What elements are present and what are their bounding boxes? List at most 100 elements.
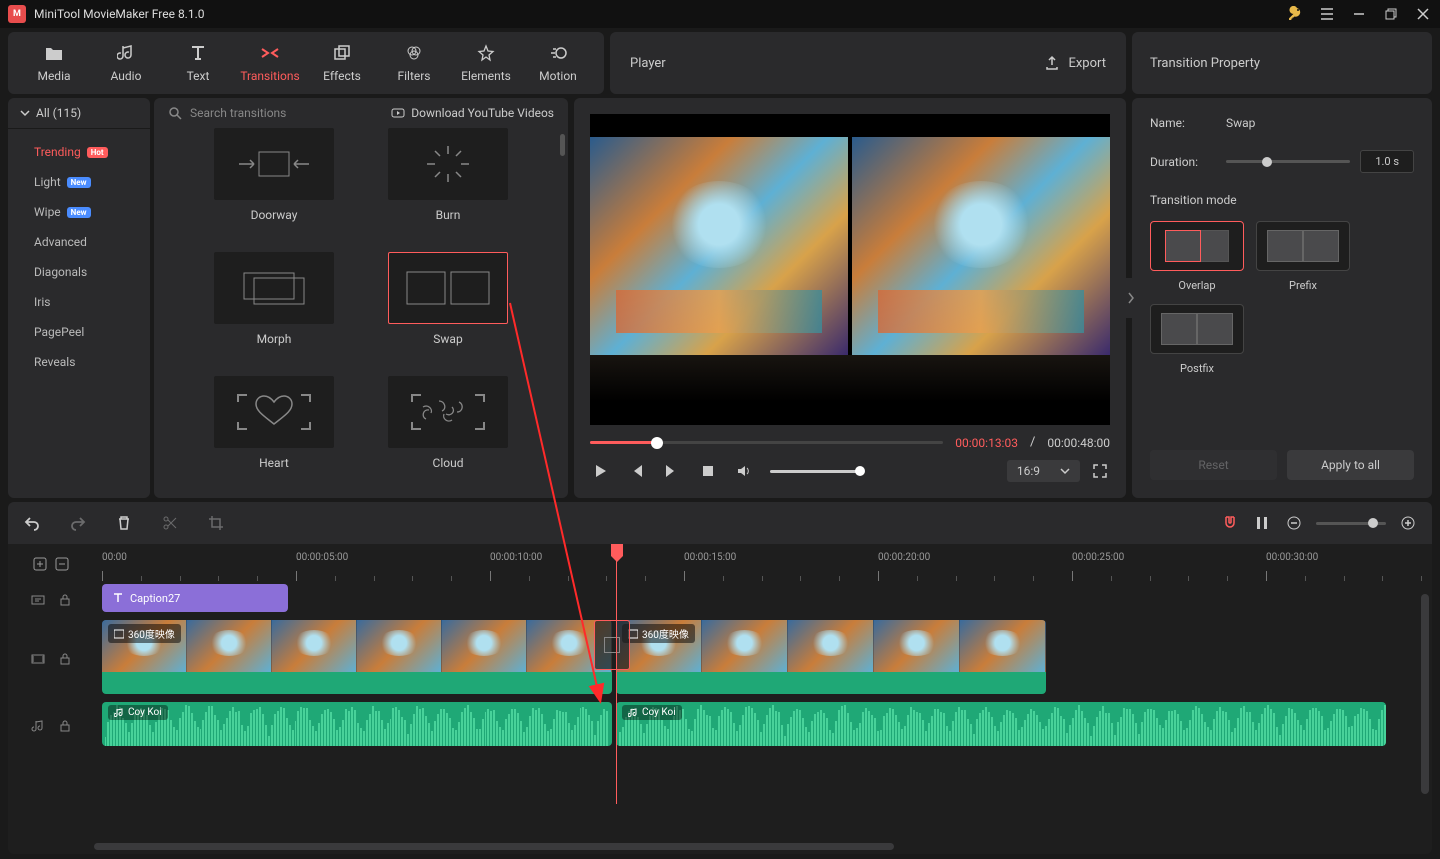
timeline-ruler[interactable]: 00:0000:00:05:0000:00:10:0000:00:15:0000…	[94, 544, 1432, 584]
menu-icon[interactable]	[1318, 5, 1336, 23]
category-trending[interactable]: TrendingHot	[8, 137, 150, 167]
prev-button[interactable]	[626, 461, 646, 481]
transition-thumb-heart[interactable]	[214, 376, 334, 448]
collapse-properties-button[interactable]	[1124, 278, 1138, 318]
media-icon	[44, 43, 64, 63]
chevron-down-icon	[1060, 466, 1070, 476]
tab-elements[interactable]: Elements	[450, 43, 522, 83]
playhead[interactable]	[616, 544, 617, 804]
timeline-ruler-controls	[8, 544, 94, 584]
category-diagonals[interactable]: Diagonals	[8, 257, 150, 287]
redo-button[interactable]	[68, 513, 88, 533]
video-clip[interactable]: 360度映像	[102, 620, 612, 694]
zoom-out-button[interactable]	[1284, 513, 1304, 533]
transition-mode-label: Transition mode	[1150, 193, 1414, 207]
apply-all-button[interactable]: Apply to all	[1287, 450, 1414, 480]
mode-thumb-prefix[interactable]	[1256, 221, 1350, 271]
markers-button[interactable]	[1252, 513, 1272, 533]
fullscreen-button[interactable]	[1090, 461, 1110, 481]
transition-marker[interactable]	[594, 620, 630, 670]
tab-text[interactable]: Text	[162, 43, 234, 83]
transition-label: Cloud	[433, 456, 464, 470]
timeline-hscroll[interactable]	[94, 843, 894, 850]
audio-icon	[117, 43, 135, 63]
transition-label: Doorway	[251, 208, 298, 222]
search-transitions[interactable]: Search transitions	[168, 106, 286, 120]
export-button[interactable]: Export	[1044, 55, 1106, 71]
category-light[interactable]: LightNew	[8, 167, 150, 197]
crop-button[interactable]	[206, 513, 226, 533]
duration-slider[interactable]	[1226, 160, 1350, 163]
timeline-vscroll[interactable]	[1421, 594, 1429, 794]
film-icon	[114, 629, 124, 639]
duration-value[interactable]: 1.0 s	[1360, 150, 1414, 173]
category-wipe[interactable]: WipeNew	[8, 197, 150, 227]
transition-thumb-burn[interactable]	[388, 128, 508, 200]
next-button[interactable]	[662, 461, 682, 481]
volume-button[interactable]	[734, 461, 754, 481]
motion-icon	[549, 43, 567, 63]
tab-motion[interactable]: Motion	[522, 43, 594, 83]
download-youtube-link[interactable]: Download YouTube Videos	[391, 106, 554, 120]
mode-postfix: Postfix	[1150, 304, 1244, 375]
transition-thumb-swap[interactable]	[388, 252, 508, 324]
transition-thumb-morph[interactable]	[214, 252, 334, 324]
play-button[interactable]	[590, 461, 610, 481]
delete-button[interactable]	[114, 513, 134, 533]
zoom-slider[interactable]	[1316, 522, 1386, 525]
badge-new: New	[67, 207, 91, 218]
zoom-in-button[interactable]	[1398, 513, 1418, 533]
transition-label: Heart	[259, 456, 289, 470]
minimize-icon[interactable]	[1350, 5, 1368, 23]
transition-item-morph: Morph	[194, 252, 354, 364]
tab-audio[interactable]: Audio	[90, 43, 162, 83]
transition-item-cloud: Cloud	[368, 376, 528, 488]
transition-item-doorway: Doorway	[194, 128, 354, 240]
undo-button[interactable]	[22, 513, 42, 533]
category-reveals[interactable]: Reveals	[8, 347, 150, 377]
snap-button[interactable]	[1220, 513, 1240, 533]
maximize-icon[interactable]	[1382, 5, 1400, 23]
category-iris[interactable]: Iris	[8, 287, 150, 317]
lock-icon[interactable]	[59, 594, 71, 606]
add-track-icon[interactable]	[32, 556, 48, 572]
remove-track-icon[interactable]	[54, 556, 70, 572]
scrollbar-thumb[interactable]	[560, 134, 565, 156]
player-panel: 00:00:13:03 / 00:00:48:00 16:9	[574, 98, 1126, 498]
tab-transitions[interactable]: Transitions	[234, 43, 306, 83]
audio-clip[interactable]: Coy Koi	[102, 702, 612, 746]
tab-filters[interactable]: Filters	[378, 43, 450, 83]
mode-prefix: Prefix	[1256, 221, 1350, 292]
volume-slider[interactable]	[770, 470, 860, 473]
music-icon	[114, 708, 124, 718]
aspect-ratio-select[interactable]: 16:9	[1007, 460, 1080, 482]
lock-icon[interactable]	[59, 653, 71, 665]
badge-new: New	[67, 177, 91, 188]
close-icon[interactable]	[1414, 5, 1432, 23]
mode-thumb-postfix[interactable]	[1150, 304, 1244, 354]
tab-media[interactable]: Media	[18, 43, 90, 83]
clip-label: 360度映像	[108, 624, 181, 643]
transition-thumb-doorway[interactable]	[214, 128, 334, 200]
text-track: Caption27	[8, 584, 1432, 616]
text-icon	[189, 43, 207, 63]
audio-clip[interactable]: Coy Koi	[616, 702, 1386, 746]
stop-button[interactable]	[698, 461, 718, 481]
video-clip[interactable]: 360度映像	[616, 620, 1046, 694]
player-viewport	[590, 114, 1110, 425]
player-title: Player	[630, 56, 666, 71]
caption-clip[interactable]: Caption27	[102, 584, 288, 612]
category-advanced[interactable]: Advanced	[8, 227, 150, 257]
key-icon[interactable]	[1286, 5, 1304, 23]
app-logo: M	[8, 5, 26, 23]
category-all[interactable]: All (115)	[8, 98, 150, 129]
player-progress-bar[interactable]	[590, 441, 943, 444]
tool-tabs: MediaAudioTextTransitionsEffectsFiltersE…	[8, 32, 604, 94]
lock-icon[interactable]	[59, 720, 71, 732]
category-pagepeel[interactable]: PagePeel	[8, 317, 150, 347]
timeline: 00:0000:00:05:0000:00:10:0000:00:15:0000…	[8, 544, 1432, 854]
mode-thumb-overlap[interactable]	[1150, 221, 1244, 271]
split-button[interactable]	[160, 513, 180, 533]
tab-effects[interactable]: Effects	[306, 43, 378, 83]
transition-thumb-cloud[interactable]	[388, 376, 508, 448]
